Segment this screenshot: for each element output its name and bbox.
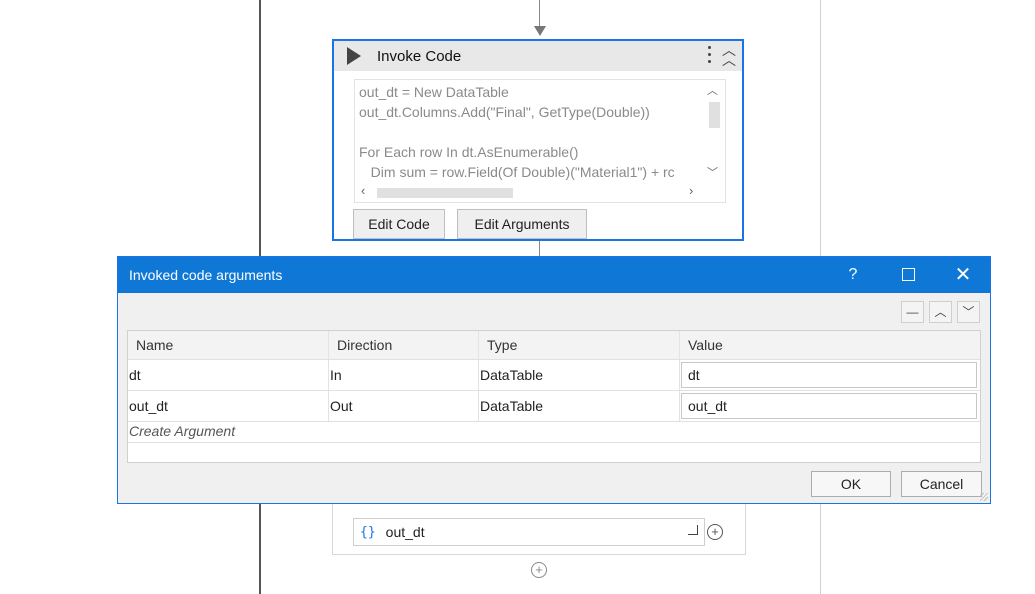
move-up-icon[interactable]: ︿ <box>929 301 952 323</box>
add-activity-icon[interactable]: + <box>531 562 547 578</box>
create-argument-row[interactable]: Create Argument <box>128 422 980 443</box>
column-header-value[interactable]: Value <box>680 331 982 359</box>
resize-grip-icon[interactable] <box>980 493 988 501</box>
column-header-direction[interactable]: Direction <box>329 331 479 359</box>
activity-title: Invoke Code <box>377 47 462 65</box>
argument-value-input[interactable] <box>681 362 977 388</box>
scroll-right-icon[interactable]: › <box>689 183 693 198</box>
code-line: out_dt.Columns.Add("Final", GetType(Doub… <box>359 104 650 120</box>
maximize-icon[interactable] <box>885 257 931 293</box>
grid-header: Name Direction Type Value <box>128 331 980 360</box>
argument-name[interactable]: dt <box>128 360 329 390</box>
flow-arrow-icon <box>534 26 546 36</box>
vertical-scrollbar[interactable]: ︿ ﹀ <box>707 84 721 184</box>
argument-type[interactable]: DataTable <box>479 391 680 421</box>
dialog-titlebar[interactable]: Invoked code arguments ? ✕ <box>118 257 990 293</box>
scroll-down-icon[interactable]: ﹀ <box>707 164 718 180</box>
create-argument-link[interactable]: Create Argument <box>129 423 235 439</box>
activity-header[interactable]: Invoke Code ︿ ︿ <box>334 41 742 71</box>
more-options-icon[interactable] <box>708 46 712 67</box>
horizontal-scrollbar[interactable]: ‹ › <box>359 183 699 198</box>
argument-type[interactable]: DataTable <box>479 360 680 390</box>
close-icon[interactable]: ✕ <box>940 257 986 293</box>
code-line: For Each row In dt.AsEnumerable() <box>359 144 579 160</box>
collapse-icon[interactable]: ︿ ︿ <box>722 43 736 67</box>
code-line: out_dt = New DataTable <box>359 84 509 100</box>
braces-icon: {} <box>360 524 376 540</box>
scroll-thumb[interactable] <box>377 188 513 198</box>
ok-button[interactable]: OK <box>811 471 891 497</box>
argument-direction[interactable]: In <box>329 360 479 390</box>
argument-text: out_dt <box>385 524 425 540</box>
play-icon <box>347 47 361 65</box>
column-header-type[interactable]: Type <box>479 331 680 359</box>
table-row[interactable]: dt In DataTable <box>128 360 980 391</box>
cancel-button[interactable]: Cancel <box>901 471 982 497</box>
flow-connector-top <box>539 0 540 28</box>
edit-code-button[interactable]: Edit Code <box>353 209 445 239</box>
argument-direction[interactable]: Out <box>329 391 479 421</box>
arguments-panel: {} out_dt + <box>332 498 746 555</box>
invoked-code-arguments-dialog: Invoked code arguments ? ✕ — ︿ ﹀ Name Di… <box>117 256 991 504</box>
add-argument-icon[interactable]: + <box>707 524 723 540</box>
expand-icon[interactable] <box>688 525 698 535</box>
flow-connector-middle <box>539 241 540 257</box>
argument-name[interactable]: out_dt <box>128 391 329 421</box>
argument-field[interactable]: {} out_dt <box>353 518 705 546</box>
argument-value-input[interactable] <box>681 393 977 419</box>
empty-row <box>128 443 980 462</box>
dialog-title: Invoked code arguments <box>129 267 283 283</box>
arguments-grid: Name Direction Type Value dt In DataTabl… <box>127 330 981 463</box>
code-preview[interactable]: out_dt = New DataTable out_dt.Columns.Ad… <box>354 79 726 203</box>
code-line: Dim sum = row.Field(Of Double)("Material… <box>359 164 675 180</box>
invoke-code-activity[interactable]: Invoke Code ︿ ︿ out_dt = New DataTable ou… <box>332 39 744 241</box>
table-row[interactable]: out_dt Out DataTable <box>128 391 980 422</box>
scroll-up-icon[interactable]: ︿ <box>707 82 718 98</box>
edit-arguments-button[interactable]: Edit Arguments <box>457 209 587 239</box>
scroll-thumb[interactable] <box>709 102 720 128</box>
column-header-name[interactable]: Name <box>128 331 329 359</box>
help-icon[interactable]: ? <box>830 257 876 293</box>
scroll-left-icon[interactable]: ‹ <box>361 183 365 198</box>
move-down-icon[interactable]: ﹀ <box>957 301 980 323</box>
remove-row-icon[interactable]: — <box>901 301 924 323</box>
